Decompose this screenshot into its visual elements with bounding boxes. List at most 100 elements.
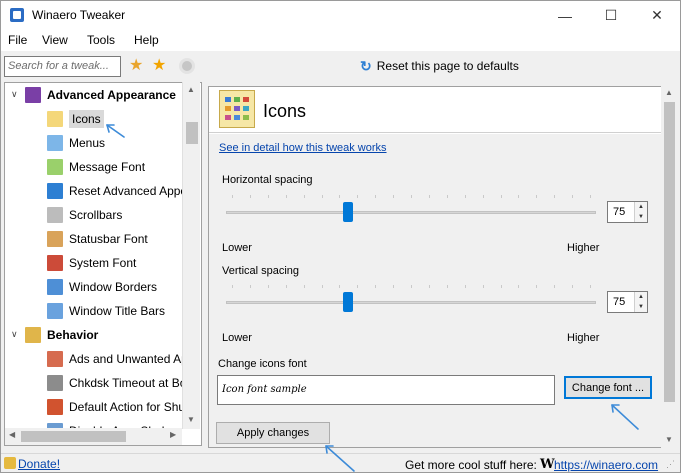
tree-item[interactable]: Window Title Bars — [47, 299, 165, 323]
scroll-up-arrow-icon[interactable]: ▲ — [187, 85, 195, 94]
menu-help[interactable]: Help — [134, 33, 159, 47]
slider-tick — [232, 285, 233, 288]
slider-tick — [249, 195, 251, 198]
tree-item[interactable]: Default Action for Shutd — [47, 395, 195, 419]
tree-item[interactable]: Menus — [47, 131, 105, 155]
gear-icon[interactable] — [179, 58, 195, 74]
tree-vertical-scrollbar[interactable]: ▲ ▼ — [182, 82, 200, 429]
menu-view[interactable]: View — [42, 33, 68, 47]
tree-item[interactable]: Statusbar Font — [47, 227, 148, 251]
tree-item-label: Reset Advanced Appea — [69, 184, 194, 198]
tree-item[interactable]: Window Borders — [47, 275, 157, 299]
resize-grip-icon[interactable]: ⋰ — [666, 459, 675, 470]
spin-arrows-icon[interactable]: ▲ ▼ — [634, 292, 647, 312]
behavior-icon — [25, 327, 41, 343]
more-stuff-label: Get more cool stuff here: — [405, 458, 537, 472]
slider-tick — [321, 285, 323, 288]
vertical-spacing-track[interactable] — [226, 301, 596, 304]
scroll-down-arrow-icon[interactable]: ▼ — [187, 415, 195, 424]
horizontal-spacing-thumb[interactable] — [343, 202, 354, 222]
scroll-down-arrow-icon[interactable]: ▼ — [665, 435, 673, 444]
tree-item[interactable]: Icons — [47, 107, 104, 131]
vertical-spacing-label: Vertical spacing — [222, 265, 300, 277]
vertical-spacing-thumb[interactable] — [343, 292, 354, 312]
minimize-button[interactable]: — — [542, 1, 588, 30]
tree-item[interactable]: Reset Advanced Appea — [47, 179, 194, 203]
content-vertical-scrollbar[interactable]: ▲ ▼ — [661, 86, 678, 448]
category-tree[interactable]: ∨ Advanced Appearance Icons Menus Message Fo… — [4, 82, 202, 446]
spin-arrows-icon[interactable]: ▲ ▼ — [634, 202, 647, 222]
maximize-button[interactable]: ☐ — [588, 1, 634, 30]
slider-tick — [393, 285, 395, 288]
slider-tick — [267, 195, 269, 198]
horizontal-spacing-value: 75 — [613, 206, 626, 218]
slider-tick — [357, 285, 359, 288]
vertical-spacing-value: 75 — [613, 296, 626, 308]
tree-item[interactable]: ∨ Behavior — [11, 323, 99, 347]
chevron-down-icon[interactable]: ∨ — [11, 329, 18, 340]
vertical-spacing-stepper[interactable]: 75 ▲ ▼ — [607, 291, 648, 313]
vertical-lower-label: Lower — [222, 332, 252, 344]
scroll-up-arrow-icon[interactable]: ▲ — [665, 88, 673, 97]
tree-item-label: Ads and Unwanted Appl — [69, 352, 198, 366]
tree-scroll-thumb[interactable] — [186, 122, 198, 144]
refresh-icon: ↻ — [360, 58, 372, 74]
horizontal-spacing-label: Horizontal spacing — [222, 174, 313, 186]
tree-item-label: Scrollbars — [69, 208, 123, 222]
tree-item[interactable]: Scrollbars — [47, 203, 122, 227]
slider-tick — [232, 195, 233, 198]
search-input[interactable]: Search for a tweak... — [4, 56, 121, 77]
tree-item[interactable]: Ads and Unwanted Appl — [47, 347, 197, 371]
website-link[interactable]: https://winaero.com — [554, 458, 658, 472]
tree-horizontal-scrollbar[interactable]: ◀ ▶ — [5, 428, 182, 445]
tree-item[interactable]: Message Font — [47, 155, 145, 179]
status-bar: Donate! Get more cool stuff here: W http… — [1, 453, 680, 472]
bookmarks-icon[interactable]: ★ — [152, 57, 166, 75]
reset-page-button[interactable]: ↻ Reset this page to defaults — [360, 59, 519, 73]
tree-item-label: Message Font — [69, 160, 146, 174]
detail-link[interactable]: See in detail how this tweak works — [219, 142, 387, 154]
scroll-right-arrow-icon[interactable]: ▶ — [170, 430, 176, 439]
slider-tick — [464, 285, 466, 288]
slider-tick — [446, 285, 448, 288]
close-button[interactable]: ✕ — [634, 1, 680, 30]
slider-tick — [285, 195, 287, 198]
apply-changes-button[interactable]: Apply changes — [216, 422, 330, 444]
winaero-logo: W — [540, 457, 555, 472]
window-title: Winaero Tweaker — [32, 8, 126, 22]
donate-link[interactable]: Donate! — [18, 457, 60, 471]
system-font-icon — [47, 255, 63, 271]
ads-icon — [47, 351, 63, 367]
slider-tick — [554, 285, 556, 288]
tree-item-label: Behavior — [47, 328, 99, 342]
add-bookmark-icon[interactable]: ★ — [129, 57, 143, 75]
scroll-left-arrow-icon[interactable]: ◀ — [9, 430, 15, 439]
slider-tick — [428, 195, 430, 198]
tree-item-label: Icons — [69, 110, 104, 128]
app-icon — [10, 8, 24, 22]
icons-folder-icon — [47, 111, 63, 127]
horizontal-spacing-stepper[interactable]: 75 ▲ ▼ — [607, 201, 648, 223]
content-scroll-thumb[interactable] — [664, 102, 675, 402]
tree-item[interactable]: ∨ Advanced Appearance — [11, 83, 176, 107]
tree-item[interactable]: Chkdsk Timeout at Boot — [47, 371, 196, 395]
tweak-panel: Icons See in detail how this tweak works… — [208, 86, 678, 448]
horizontal-spacing-track[interactable] — [226, 211, 596, 214]
change-font-button[interactable]: Change font ... — [564, 376, 652, 399]
statusbar-font-icon — [47, 231, 63, 247]
horizontal-higher-label: Higher — [567, 242, 600, 254]
disk-icon — [47, 375, 63, 391]
chevron-down-icon[interactable]: ∨ — [11, 89, 18, 100]
menu-icon — [47, 135, 63, 151]
slider-tick — [572, 285, 574, 288]
slider-tick — [303, 285, 305, 288]
slider-tick — [554, 195, 556, 198]
tree-item[interactable]: System Font — [47, 251, 136, 275]
tree-hscroll-thumb[interactable] — [21, 431, 126, 442]
menu-tools[interactable]: Tools — [87, 33, 115, 47]
change-icons-font-label: Change icons font — [218, 358, 307, 370]
tree-item-label: System Font — [69, 256, 137, 270]
donate-icon — [4, 457, 16, 469]
tree-item-label: Statusbar Font — [69, 232, 148, 246]
menu-file[interactable]: File — [8, 33, 27, 47]
